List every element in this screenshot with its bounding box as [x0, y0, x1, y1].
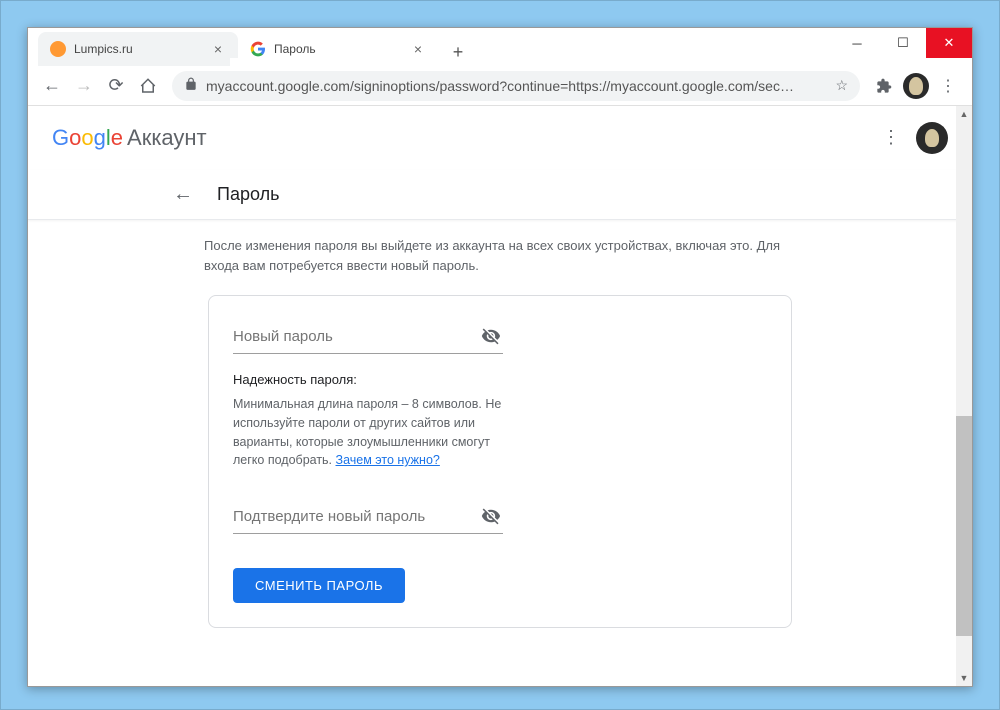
scroll-down-icon[interactable]: ▼ [956, 670, 972, 686]
tab-password[interactable]: Пароль × [238, 32, 438, 66]
description-text: После изменения пароля вы выйдете из акк… [196, 228, 780, 295]
star-icon[interactable]: ☆ [835, 77, 848, 94]
close-icon[interactable]: × [210, 41, 226, 57]
scrollbar-thumb[interactable] [956, 416, 972, 636]
google-logo[interactable]: Google [52, 125, 123, 151]
profile-avatar[interactable] [900, 70, 932, 102]
maximize-button[interactable]: ☐ [880, 28, 926, 58]
url-text: myaccount.google.com/signinoptions/passw… [206, 78, 835, 94]
strength-text: Минимальная длина пароля – 8 символов. Н… [233, 395, 503, 470]
tab-lumpics[interactable]: Lumpics.ru × [38, 32, 238, 66]
menu-icon[interactable]: ⋮ [932, 70, 964, 102]
scrollbar-track[interactable]: ▲ ▼ [956, 106, 972, 686]
new-password-field [233, 320, 767, 354]
new-password-input[interactable] [233, 320, 503, 354]
options-icon[interactable]: ⋮ [882, 127, 900, 148]
main-content: После изменения пароля вы выйдете из акк… [28, 220, 972, 668]
forward-button[interactable]: → [68, 70, 100, 102]
tab-title: Пароль [274, 42, 404, 56]
lock-icon [184, 77, 198, 94]
google-header: Google Аккаунт ⋮ [28, 106, 972, 170]
favicon-lumpics [50, 41, 66, 57]
page-title: Пароль [217, 184, 279, 205]
browser-window: Lumpics.ru × Пароль × + ─ ☐ ✕ ← → ⟳ [27, 27, 973, 687]
confirm-password-input[interactable] [233, 500, 503, 534]
new-tab-button[interactable]: + [444, 38, 472, 66]
page-content: Google Аккаунт ⋮ ← Пароль После изменени… [28, 106, 972, 686]
minimize-button[interactable]: ─ [834, 28, 880, 58]
back-button[interactable]: ← [36, 70, 68, 102]
product-name: Аккаунт [127, 125, 207, 151]
confirm-password-field [233, 500, 767, 534]
favicon-google [250, 41, 266, 57]
tab-title: Lumpics.ru [74, 42, 204, 56]
page-subheader: ← Пароль [28, 170, 972, 220]
close-icon[interactable]: × [410, 41, 426, 57]
learn-more-link[interactable]: Зачем это нужно? [336, 453, 440, 467]
home-button[interactable] [132, 70, 164, 102]
reload-button[interactable]: ⟳ [100, 70, 132, 102]
back-arrow-icon[interactable]: ← [173, 183, 193, 206]
tab-strip: Lumpics.ru × Пароль × + [28, 28, 472, 66]
scroll-up-icon[interactable]: ▲ [956, 106, 972, 122]
account-avatar[interactable] [916, 122, 948, 154]
extensions-icon[interactable] [868, 70, 900, 102]
address-bar: ← → ⟳ myaccount.google.com/signinoptions… [28, 66, 972, 106]
password-card: Надежность пароля: Минимальная длина пар… [208, 295, 792, 628]
strength-title: Надежность пароля: [233, 372, 503, 387]
close-button[interactable]: ✕ [926, 28, 972, 58]
url-field[interactable]: myaccount.google.com/signinoptions/passw… [172, 71, 860, 101]
change-password-button[interactable]: СМЕНИТЬ ПАРОЛЬ [233, 568, 405, 603]
visibility-off-icon[interactable] [481, 506, 501, 531]
password-strength: Надежность пароля: Минимальная длина пар… [233, 372, 503, 470]
visibility-off-icon[interactable] [481, 326, 501, 351]
titlebar: Lumpics.ru × Пароль × + ─ ☐ ✕ [28, 28, 972, 66]
window-controls: ─ ☐ ✕ [834, 28, 972, 58]
